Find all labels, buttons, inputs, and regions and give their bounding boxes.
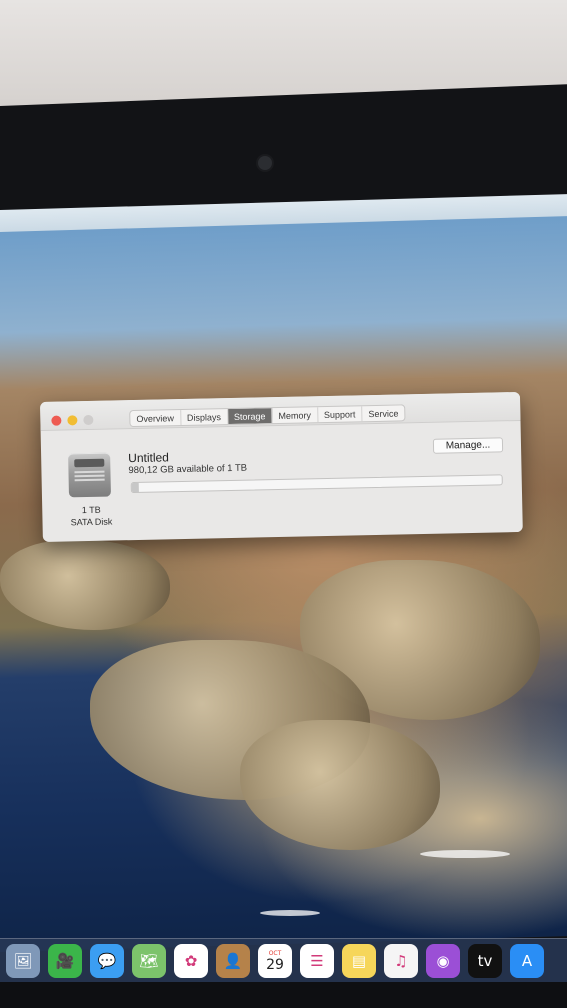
hard-disk-icon (68, 452, 111, 498)
tab-support[interactable]: Support (317, 406, 363, 423)
maps-icon[interactable]: 🗺 (132, 944, 166, 978)
reminders-icon[interactable]: ☰ (300, 944, 334, 978)
notes-icon[interactable]: ▤ (342, 944, 376, 978)
tab-bar: Overview Displays Storage Memory Support… (129, 404, 406, 428)
contacts-icon[interactable]: 👤 (216, 944, 250, 978)
volume-available: 980,12 GB available of 1 TB (128, 462, 248, 477)
tab-displays[interactable]: Displays (180, 409, 229, 426)
photos-icon[interactable]: ✿ (174, 944, 208, 978)
tab-memory[interactable]: Memory (272, 407, 319, 424)
calendar-icon[interactable]: OCT 29 (258, 944, 292, 978)
monitor-bottom-bezel (0, 982, 567, 1008)
close-button[interactable] (51, 415, 62, 426)
zoom-button[interactable] (83, 414, 94, 426)
disk-lines (74, 470, 105, 474)
calendar-day: 29 (266, 957, 284, 973)
podcasts-icon[interactable]: ◉ (426, 944, 460, 978)
storage-usage-bar (130, 474, 503, 494)
tab-service[interactable]: Service (362, 405, 404, 421)
music-icon[interactable]: ♫ (384, 944, 418, 978)
tv-icon[interactable]: tv (468, 944, 502, 978)
messages-icon[interactable]: 💬 (90, 944, 124, 978)
storage-usage-fill (131, 482, 140, 493)
tab-storage[interactable]: Storage (227, 408, 273, 425)
app-store-icon[interactable]: A (510, 944, 544, 978)
tab-overview[interactable]: Overview (130, 410, 182, 427)
disk-type-label: SATA Disk (70, 516, 113, 528)
volume-name: Untitled (128, 450, 170, 466)
about-this-mac-window: Overview Displays Storage Memory Support… (40, 391, 523, 542)
wallpaper-foam (260, 910, 320, 916)
disk-size-label: 1 TB (81, 504, 101, 516)
minimize-button[interactable] (67, 415, 78, 426)
dock: 🖼 🎥 💬 🗺 ✿ 👤 OCT 29 ☰ ▤ ♫ ◉ tv A (0, 938, 567, 983)
wallpaper-foam (420, 850, 510, 858)
disk-slot (74, 458, 105, 468)
manage-button[interactable]: Manage... (432, 437, 504, 454)
facetime-icon[interactable]: 🎥 (48, 944, 82, 978)
webcam (258, 156, 272, 170)
preview-icon[interactable]: 🖼 (6, 944, 40, 978)
